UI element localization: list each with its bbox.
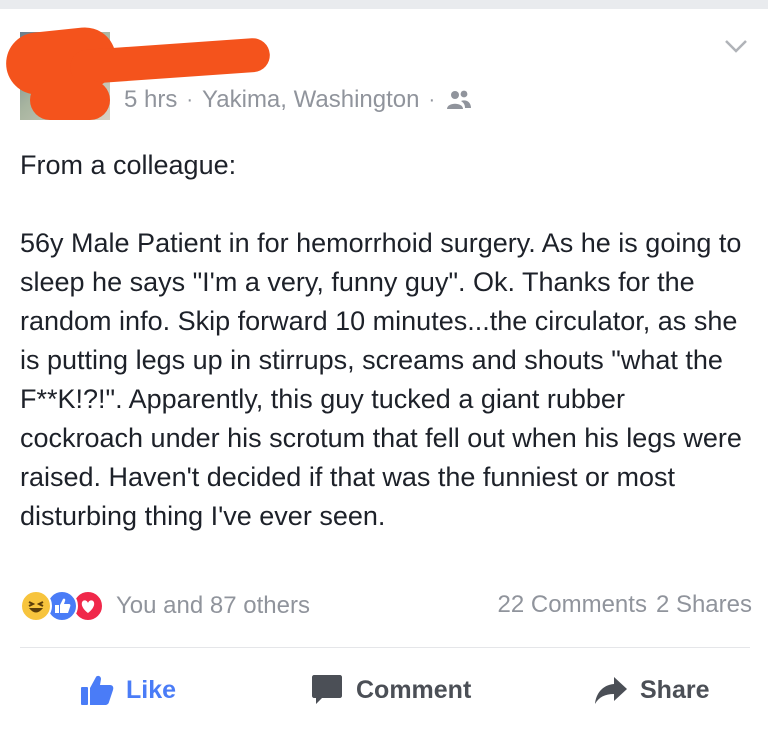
share-button[interactable]: Share — [594, 670, 709, 710]
reactions-summary[interactable]: You and 87 others — [20, 589, 310, 623]
like-button-label: Like — [126, 675, 177, 704]
post-text: 56y Male Patient in for hemorrhoid surge… — [20, 228, 742, 531]
actions-divider — [20, 647, 750, 648]
haha-icon — [20, 590, 52, 622]
post-body: From a colleague: 56y Male Patient in fo… — [20, 146, 750, 536]
share-arrow-icon — [595, 677, 627, 704]
post-location[interactable]: Yakima, Washington — [202, 86, 419, 114]
comment-button[interactable]: Comment — [310, 670, 471, 710]
meta-separator: · — [186, 88, 194, 111]
like-button[interactable]: Like — [80, 670, 176, 710]
post-metadata: 5 hrs · Yakima, Washington · — [124, 84, 472, 116]
comment-icon — [312, 675, 342, 704]
thumbs-up-icon — [81, 675, 114, 705]
friends-icon[interactable] — [446, 89, 472, 111]
meta-separator: · — [428, 88, 436, 111]
comments-count[interactable]: 22 Comments — [498, 591, 647, 618]
share-button-label: Share — [640, 675, 710, 704]
chevron-down-icon[interactable] — [724, 38, 748, 54]
shares-count[interactable]: 2 Shares — [656, 591, 752, 618]
engagement-counts: 22 Comments 2 Shares — [498, 591, 752, 619]
top-divider-strip — [0, 0, 768, 9]
name-redaction-lower — [30, 80, 110, 120]
reactions-text[interactable]: You and 87 others — [116, 592, 310, 620]
post-intro: From a colleague: — [20, 150, 237, 180]
comment-button-label: Comment — [356, 675, 472, 704]
post-time[interactable]: 5 hrs — [124, 86, 177, 114]
